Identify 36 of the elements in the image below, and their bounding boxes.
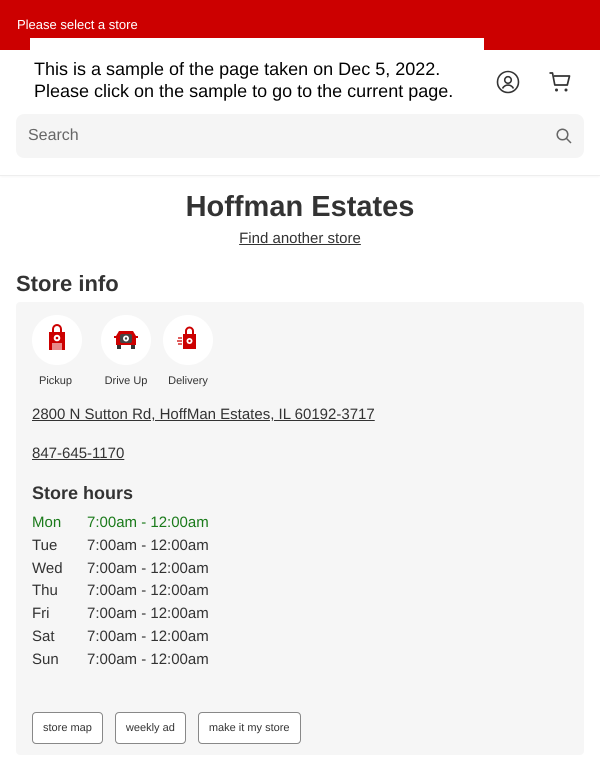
service-label: Pickup [39,374,72,388]
service-label: Delivery [168,374,208,388]
search-field[interactable]: Search [16,114,584,158]
day-name: Wed [32,558,64,579]
search-icon[interactable] [556,128,572,144]
hours-time: 7:00am - 12:00am [87,650,209,670]
hours-heading: Store hours [32,482,134,504]
store-action-button[interactable]: make it my store [198,712,301,744]
day-name: Tue [32,536,58,556]
service-label: Drive Up [104,374,148,388]
day-name: Fri [32,604,50,624]
hours-time: 7:00am - 12:00am [87,604,209,624]
address-link[interactable]: 2800 N Sutton Rd, HoffMan Estates, IL 60192-3717 [32,406,375,423]
hours-time: 7:00am - 12:00am [87,513,209,533]
notice-text: Please click on the sample to go to the current page. [34,80,454,102]
shopping-bag-icon [32,315,82,365]
hours-time: 7:00am - 12:00am [87,558,209,579]
day-name: Sun [32,650,60,670]
hours-time: 7:00am - 12:00am [87,536,209,556]
moving-bag-icon [163,315,213,365]
hours-time: 7:00am - 12:00am [87,581,209,602]
store-action-button[interactable]: weekly ad [114,712,186,744]
find-store-link[interactable]: Find another store [239,230,361,247]
phone-link[interactable]: 847-645-1170 [32,445,124,462]
hours-time: 7:00am - 12:00am [87,626,209,647]
account-icon[interactable] [496,70,520,94]
notice-text: This is a sample of the page taken on Dec 5, 2022. [34,58,440,80]
day-name: Sat [32,626,56,647]
store-prompt-link[interactable]: Please select a store [17,17,138,33]
store-action-button[interactable]: store map [32,712,103,744]
day-name: Thu [32,581,59,602]
section-heading: Store info [16,271,119,297]
cart-icon[interactable] [548,70,572,94]
day-name: Mon [32,513,62,533]
store-name: Hoffman Estates [186,190,414,224]
car-icon [101,315,151,365]
